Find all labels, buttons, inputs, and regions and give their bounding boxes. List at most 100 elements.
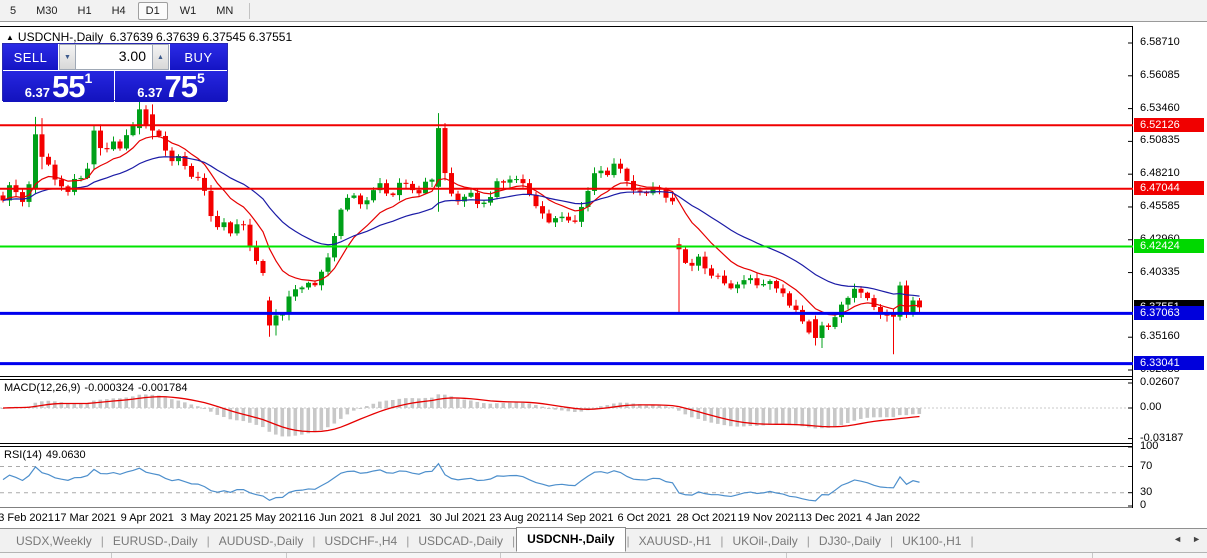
- quote-low: 6.37545: [202, 30, 245, 44]
- date-label: 14 Sep 2021: [551, 512, 613, 524]
- macd-title: MACD(12,26,9): [4, 382, 80, 394]
- chevron-down-icon: ▼: [64, 54, 71, 61]
- sell-price-main: 55: [52, 74, 84, 100]
- timeframe-button-H4[interactable]: H4: [104, 2, 134, 20]
- rsi-title: RSI(14): [4, 449, 42, 461]
- tab-uk100-h1[interactable]: UK100-,H1: [894, 531, 969, 551]
- date-label: 9 Apr 2021: [121, 512, 174, 524]
- tab-usdcad-daily[interactable]: USDCAD-,Daily: [410, 531, 511, 551]
- tab-scroll-right-icon[interactable]: ►: [1192, 534, 1201, 544]
- date-axis[interactable]: 23 Feb 202117 Mar 2021 9 Apr 2021 3 May 20…: [0, 509, 1133, 529]
- volume-input[interactable]: 3.00: [76, 44, 152, 70]
- tab-usdcnh-daily[interactable]: USDCNH-,Daily: [516, 527, 625, 552]
- price-tick-label: 6.45585: [1140, 200, 1180, 212]
- tab-separator: |: [101, 534, 104, 548]
- price-tick-label: 6.35160: [1140, 330, 1180, 342]
- price-tick-label: 6.40335: [1140, 266, 1180, 278]
- tab-separator: |: [627, 534, 630, 548]
- level-label: 6.47044: [1134, 181, 1204, 195]
- tab-separator: |: [970, 534, 973, 548]
- tab-separator: |: [207, 534, 210, 548]
- date-label: 17 Mar 2021: [54, 512, 116, 524]
- timeframe-button-D1[interactable]: D1: [138, 2, 168, 20]
- tab-ukoil-daily[interactable]: UKOil-,Daily: [724, 531, 805, 551]
- chevron-up-icon: ▲: [157, 54, 164, 61]
- rsi-tick-label: 30: [1140, 486, 1152, 498]
- status-divider: [286, 553, 287, 558]
- status-divider: [1092, 553, 1093, 558]
- collapse-chart-icon[interactable]: ▲: [6, 33, 14, 42]
- tab-dj30-daily[interactable]: DJ30-,Daily: [811, 531, 889, 551]
- rsi-value: 49.0630: [46, 449, 86, 461]
- tab-separator: |: [312, 534, 315, 548]
- date-label: 16 Jun 2021: [303, 512, 364, 524]
- chart-title: ▲USDCNH-,Daily 6.376396.376396.375456.37…: [6, 30, 295, 44]
- tab-separator: |: [512, 534, 515, 548]
- status-bar: [0, 552, 1207, 558]
- date-label: 19 Nov 2021: [737, 512, 799, 524]
- timeframe-buttons: 5M30 H1H4D1W1MN: [0, 0, 243, 22]
- tab-scroll-left-icon[interactable]: ◄: [1173, 534, 1182, 544]
- level-label: 6.33041: [1134, 356, 1204, 370]
- chart-tab-bar: USDX,Weekly|EURUSD-,Daily|AUDUSD-,Daily|…: [0, 528, 1207, 552]
- tab-usdchf-h4[interactable]: USDCHF-,H4: [317, 531, 406, 551]
- tab-eurusd-daily[interactable]: EURUSD-,Daily: [105, 531, 206, 551]
- tab-xauusd-h1[interactable]: XAUUSD-,H1: [631, 531, 720, 551]
- date-label: 3 May 2021: [181, 512, 238, 524]
- tab-separator: |: [890, 534, 893, 548]
- sell-button[interactable]: SELL: [3, 44, 58, 70]
- buy-price-display[interactable]: 6.37755: [115, 71, 227, 102]
- chart-window: ▲USDCNH-,Daily 6.376396.376396.375456.37…: [0, 26, 1207, 508]
- timeframe-button-W1[interactable]: W1: [172, 2, 205, 20]
- date-label: 6 Oct 2021: [617, 512, 671, 524]
- sell-price-pipette: 1: [85, 72, 93, 85]
- one-click-trading-panel: SELL ▼ 3.00 ▲ BUY 6.37551 6.37755: [2, 43, 228, 101]
- macd-value-2: -0.001784: [138, 382, 188, 394]
- price-axis[interactable]: 6.58710 6.56085 6.53460 6.50835 6.48210 6.455…: [1133, 26, 1207, 508]
- date-label: 13 Dec 2021: [800, 512, 862, 524]
- macd-label: MACD(12,26,9) -0.000324 -0.001784: [4, 382, 192, 394]
- macd-value-1: -0.000324: [84, 382, 134, 394]
- rsi-label: RSI(14) 49.0630: [4, 449, 90, 461]
- price-tick-label: 6.50835: [1140, 134, 1180, 146]
- price-tick-label: 6.56085: [1140, 69, 1180, 81]
- date-label: 8 Jul 2021: [370, 512, 421, 524]
- rsi-tick-label: 100: [1140, 440, 1158, 452]
- chart-tabs: USDX,Weekly|EURUSD-,Daily|AUDUSD-,Daily|…: [8, 529, 975, 552]
- date-label: 23 Aug 2021: [489, 512, 551, 524]
- level-label: 6.37063: [1134, 306, 1204, 320]
- buy-button[interactable]: BUY: [170, 44, 227, 70]
- price-tick-label: 6.58710: [1140, 36, 1180, 48]
- rsi-tick-label: 0: [1140, 499, 1146, 511]
- symbol-title: USDCNH-,Daily: [18, 30, 103, 44]
- timeframe-toolbar: 5M30 H1H4D1W1MN: [0, 0, 1207, 22]
- timeframe-button-M30[interactable]: M30: [28, 2, 65, 20]
- tab-usdx-weekly[interactable]: USDX,Weekly: [8, 531, 100, 551]
- price-tick-label: 6.53460: [1140, 102, 1180, 114]
- rsi-tick-label: 70: [1140, 460, 1152, 472]
- volume-decrease-button[interactable]: ▼: [59, 44, 76, 70]
- volume-increase-button[interactable]: ▲: [152, 44, 169, 70]
- toolbar-separator: [249, 3, 250, 19]
- status-divider: [111, 553, 112, 558]
- date-label: 4 Jan 2022: [866, 512, 920, 524]
- buy-price-prefix: 6.37: [137, 85, 162, 100]
- buy-price-pipette: 5: [197, 72, 205, 85]
- buy-price-main: 75: [165, 74, 197, 100]
- date-label: 25 May 2021: [240, 512, 304, 524]
- status-divider: [500, 553, 501, 558]
- date-label: 23 Feb 2021: [0, 512, 54, 524]
- timeframe-button-H1[interactable]: H1: [70, 2, 100, 20]
- sell-price-display[interactable]: 6.37551: [3, 71, 114, 102]
- timeframe-button-MN[interactable]: MN: [208, 2, 241, 20]
- tab-audusd-daily[interactable]: AUDUSD-,Daily: [211, 531, 312, 551]
- tab-separator: |: [406, 534, 409, 548]
- quote-close: 6.37551: [249, 30, 292, 44]
- price-tick-label: 6.48210: [1140, 167, 1180, 179]
- macd-tick-label: 0.00: [1140, 401, 1161, 413]
- quote-high: 6.37639: [156, 30, 199, 44]
- timeframe-button-5[interactable]: 5: [2, 2, 24, 20]
- level-label: 6.52126: [1134, 118, 1204, 132]
- macd-tick-label: 0.02607: [1140, 376, 1180, 388]
- date-label: 30 Jul 2021: [430, 512, 487, 524]
